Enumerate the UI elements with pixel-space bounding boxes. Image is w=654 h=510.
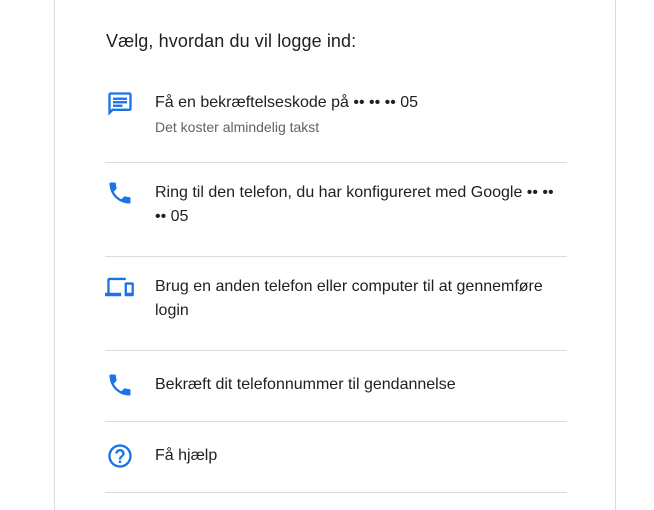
option-text: Få hjælp	[155, 444, 567, 468]
option-text: Få en bekræftelseskode på •• •• •• 05 De…	[155, 91, 567, 137]
phone-icon	[105, 178, 135, 208]
option-text: Brug en anden telefon eller computer til…	[155, 275, 567, 323]
signin-options-list: Få en bekræftelseskode på •• •• •• 05 De…	[105, 68, 567, 493]
page: Vælg, hvordan du vil logge ind: Få en be…	[0, 0, 654, 510]
help-icon	[105, 441, 135, 471]
option-text: Ring til den telefon, du har konfigurere…	[155, 181, 567, 229]
option-subtitle: Det koster almindelig takst	[155, 119, 320, 135]
devices-icon	[105, 272, 135, 302]
option-title: Få en bekræftelseskode på •• •• •• 05	[155, 94, 419, 111]
option-title: Brug en anden telefon eller computer til…	[155, 278, 543, 319]
option-get-help[interactable]: Få hjælp	[105, 422, 567, 493]
page-heading: Vælg, hvordan du vil logge ind:	[106, 31, 357, 51]
option-text: Bekræft dit telefonnummer til gendannels…	[155, 373, 567, 397]
option-title: Ring til den telefon, du har konfigurere…	[155, 184, 554, 225]
option-confirm-recovery-phone[interactable]: Bekræft dit telefonnummer til gendannels…	[105, 351, 567, 422]
option-title: Bekræft dit telefonnummer til gendannels…	[155, 376, 456, 393]
sms-message-icon	[105, 89, 135, 119]
option-call-phone[interactable]: Ring til den telefon, du har konfigurere…	[105, 163, 567, 257]
option-other-device[interactable]: Brug en anden telefon eller computer til…	[105, 257, 567, 351]
option-sms-code[interactable]: Få en bekræftelseskode på •• •• •• 05 De…	[105, 68, 567, 163]
option-title: Få hjælp	[155, 447, 218, 464]
phone-icon	[105, 370, 135, 400]
